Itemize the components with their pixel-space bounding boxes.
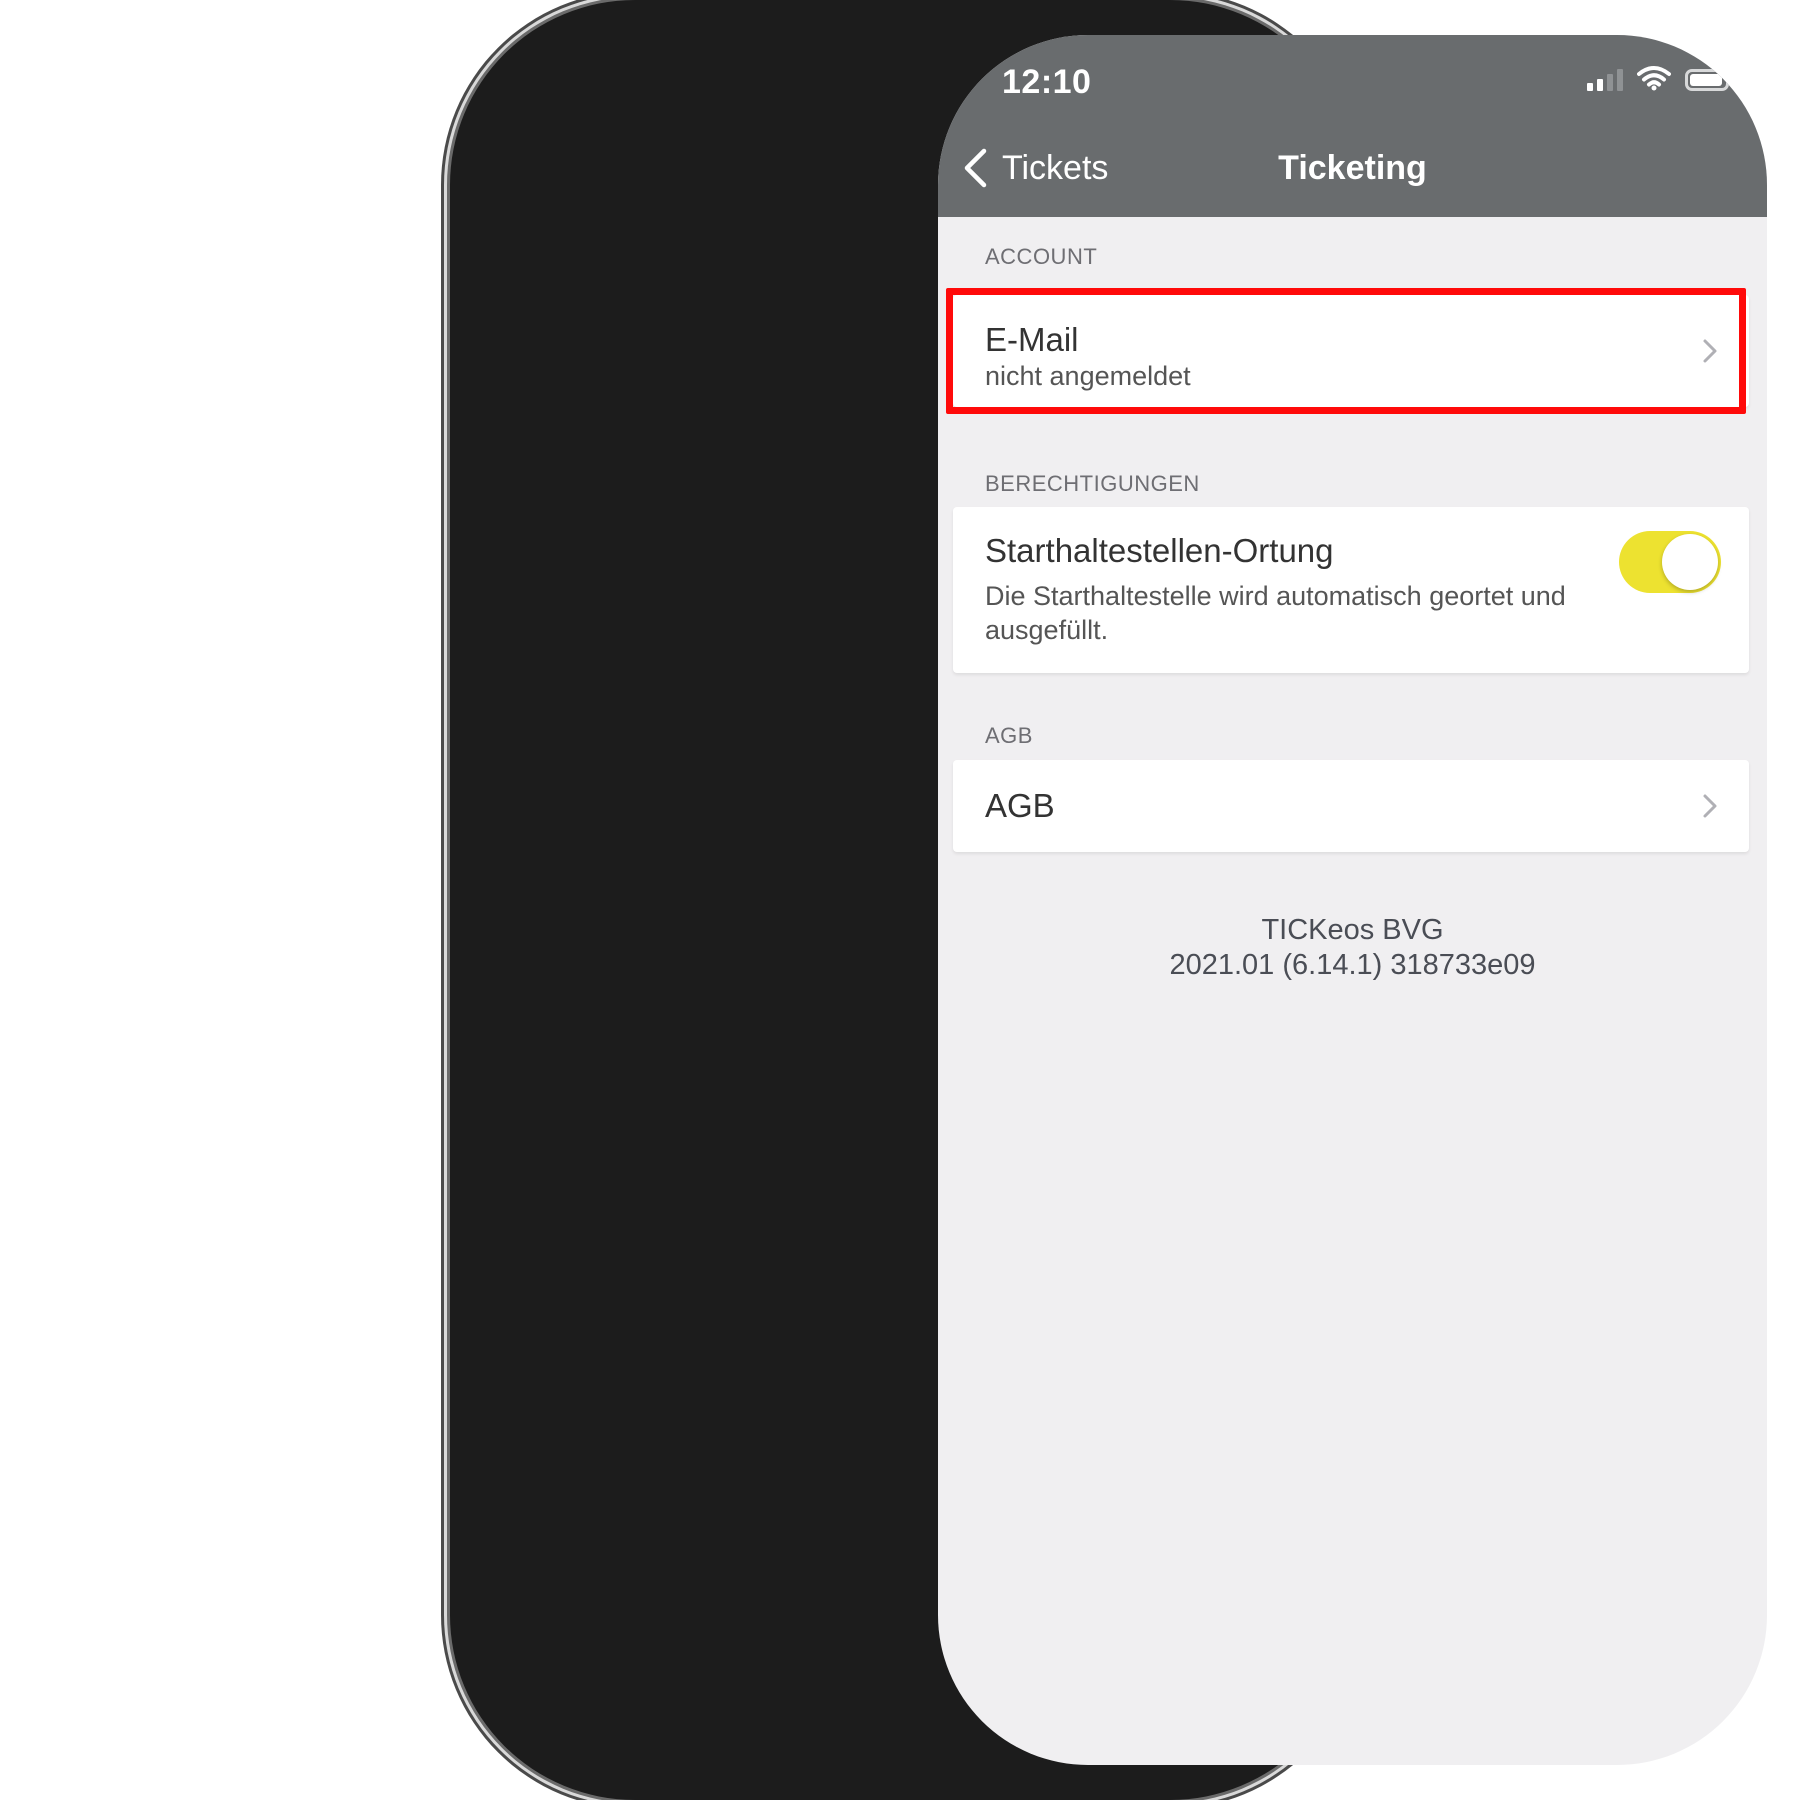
navigation-bar: 12:10 Tickets Ticketing bbox=[938, 35, 1767, 217]
page-title: Ticketing bbox=[1278, 149, 1427, 187]
location-title: Starthaltestellen-Ortung bbox=[985, 532, 1334, 569]
agb-cell[interactable]: AGB bbox=[953, 760, 1749, 852]
location-toggle[interactable] bbox=[1619, 531, 1721, 593]
section-header-account: ACCOUNT bbox=[985, 244, 1098, 269]
phone-frame: 12:10 Tickets Ticketing ACCOUNT E-Mail n… bbox=[450, 0, 1767, 1800]
status-time: 12:10 bbox=[1002, 63, 1092, 101]
section-header-agb: AGB bbox=[985, 723, 1033, 748]
email-title: E-Mail bbox=[985, 321, 1079, 358]
email-cell[interactable]: E-Mail nicht angemeldet bbox=[953, 295, 1749, 407]
wifi-icon bbox=[1637, 66, 1671, 91]
toggle-knob bbox=[1662, 534, 1718, 590]
battery-icon bbox=[1685, 69, 1734, 91]
status-icons bbox=[1587, 65, 1734, 91]
email-status: nicht angemeldet bbox=[985, 361, 1191, 391]
signal-icon bbox=[1587, 65, 1623, 91]
chevron-right-icon bbox=[1703, 339, 1717, 363]
phone-screen: 12:10 Tickets Ticketing ACCOUNT E-Mail n… bbox=[938, 35, 1767, 1765]
location-cell: Starthaltestellen-Ortung Die Starthaltes… bbox=[953, 507, 1749, 673]
app-version: 2021.01 (6.14.1) 318733e09 bbox=[1169, 949, 1536, 981]
chevron-right-icon bbox=[1703, 794, 1717, 818]
location-description: Die Starthaltestelle wird automatisch ge… bbox=[985, 581, 1566, 645]
agb-title: AGB bbox=[985, 787, 1055, 824]
app-name: TICKeos BVG bbox=[1261, 914, 1444, 946]
section-header-permissions: BERECHTIGUNGEN bbox=[985, 471, 1200, 496]
